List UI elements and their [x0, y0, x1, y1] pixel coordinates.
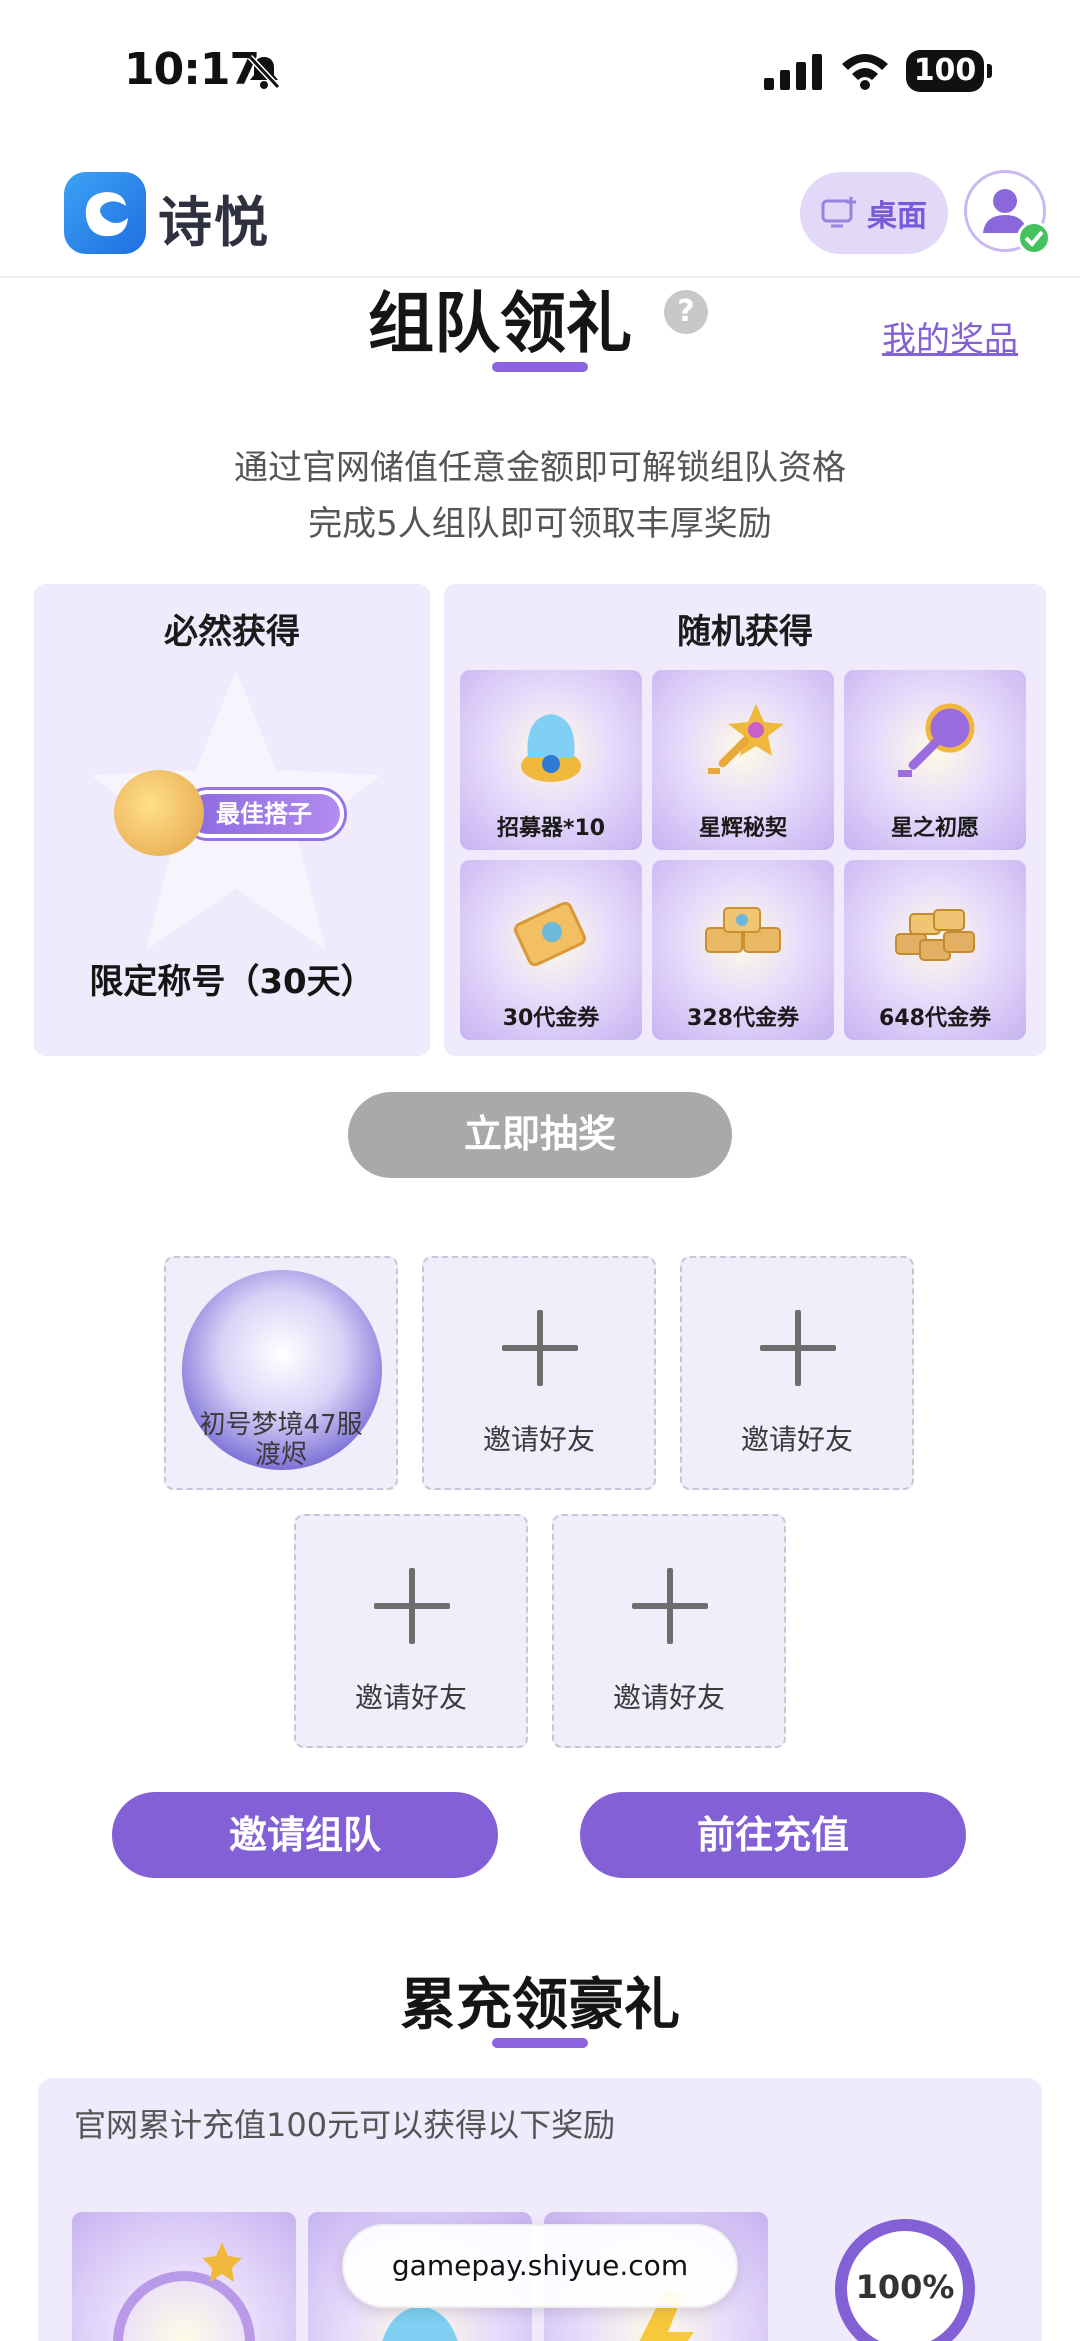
- status-bar: 10:17 100: [0, 0, 1080, 150]
- item-label: 星之初愿: [890, 816, 979, 841]
- invite-friend-slot[interactable]: 邀请好友: [680, 1256, 914, 1490]
- invite-label: 邀请好友: [612, 1681, 725, 1714]
- user-avatar-button[interactable]: [964, 170, 1051, 255]
- add-to-desktop-button[interactable]: 桌面: [800, 172, 948, 254]
- item-label: 招募器*10: [496, 816, 606, 841]
- desktop-label: 桌面: [867, 199, 927, 234]
- plus-icon: [760, 1310, 836, 1386]
- my-prizes-link[interactable]: 我的奖品: [882, 312, 1018, 361]
- logo-icon[interactable]: [64, 172, 146, 254]
- plus-icon: [502, 1310, 578, 1386]
- wifi-icon: [842, 54, 888, 90]
- logo-text: 诗悦: [158, 191, 270, 254]
- battery-indicator: 100: [906, 50, 992, 92]
- ring-frame-icon: [113, 2242, 255, 2341]
- voucher-icon: [513, 901, 587, 967]
- desktop-icon: [821, 197, 856, 228]
- item-label: 648代金券: [879, 1006, 991, 1031]
- item-label: 30代金券: [502, 1006, 600, 1031]
- title-underline: [492, 362, 588, 372]
- reward-item-voucher-328[interactable]: 328代金券: [652, 860, 834, 1040]
- title-underline: [492, 2038, 588, 2048]
- cumulative-section-title: 累充领豪礼: [400, 1973, 680, 2038]
- invite-friend-slot[interactable]: 邀请好友: [294, 1514, 528, 1748]
- team-section-title: 组队领礼: [368, 285, 632, 362]
- plus-icon: [632, 1568, 708, 1644]
- member-name-line1: 初号梦境47服: [199, 1410, 363, 1440]
- character-icon: [114, 770, 204, 856]
- star-key-icon: [708, 704, 784, 774]
- guaranteed-title: 必然获得: [164, 612, 300, 652]
- member-name: 初号梦境47服 渡烬: [166, 1410, 396, 1470]
- app-header: 诗悦 桌面: [0, 150, 1080, 278]
- title-badge-text: 最佳搭子: [184, 790, 344, 838]
- reward-item-voucher-30[interactable]: 30代金券: [460, 860, 642, 1040]
- limited-title-label: 限定称号（30天）: [89, 962, 375, 1002]
- reward-item-purple-key[interactable]: 星之初愿: [844, 670, 1026, 850]
- member-name-line2: 渡烬: [254, 1440, 307, 1470]
- progress-label: 100%: [855, 2268, 955, 2306]
- item-label: 星辉秘契: [698, 816, 787, 841]
- reward-item-star-key[interactable]: 星辉秘契: [652, 670, 834, 850]
- team-desc-line2: 完成5人组队即可领取丰厚奖励: [308, 504, 772, 544]
- item-label: 328代金券: [687, 1006, 799, 1031]
- title-badge: 最佳搭子: [114, 770, 354, 856]
- invite-label: 邀请好友: [482, 1423, 595, 1456]
- recruiter-icon: [521, 714, 581, 782]
- invite-friend-slot[interactable]: 邀请好友: [552, 1514, 786, 1748]
- team-desc-line1: 通过官网储值任意金额即可解锁组队资格: [234, 448, 846, 488]
- team-member-slot[interactable]: 初号梦境47服 渡烬: [164, 1256, 398, 1490]
- purple-key-icon: [898, 703, 975, 777]
- reward-item-recruiter[interactable]: 招募器*10: [460, 670, 642, 850]
- swirl-icon: [85, 192, 128, 237]
- plus-icon: [374, 1568, 450, 1644]
- verified-check-icon: [1017, 221, 1051, 255]
- cumulative-reward-item[interactable]: [72, 2212, 296, 2341]
- cumulative-desc: 官网累计充值100元可以获得以下奖励: [74, 2106, 616, 2144]
- signal-icon: [764, 54, 822, 90]
- invite-label: 邀请好友: [354, 1681, 467, 1714]
- random-title: 随机获得: [677, 612, 813, 652]
- invite-team-button[interactable]: 邀请组队: [112, 1792, 498, 1878]
- invite-label: 邀请好友: [740, 1423, 853, 1456]
- voucher-pile-icon: [895, 909, 975, 961]
- draw-now-button[interactable]: 立即抽奖: [348, 1092, 732, 1178]
- reward-item-voucher-648[interactable]: 648代金券: [844, 860, 1026, 1040]
- url-bar[interactable]: gamepay.shiyue.com: [342, 2224, 738, 2308]
- status-time: 10:17: [124, 44, 260, 95]
- help-icon[interactable]: ?: [664, 290, 708, 334]
- go-recharge-button[interactable]: 前往充值: [580, 1792, 966, 1878]
- invite-friend-slot[interactable]: 邀请好友: [422, 1256, 656, 1490]
- bell-slash-icon: [247, 54, 281, 90]
- voucher-stack-icon: [705, 907, 781, 953]
